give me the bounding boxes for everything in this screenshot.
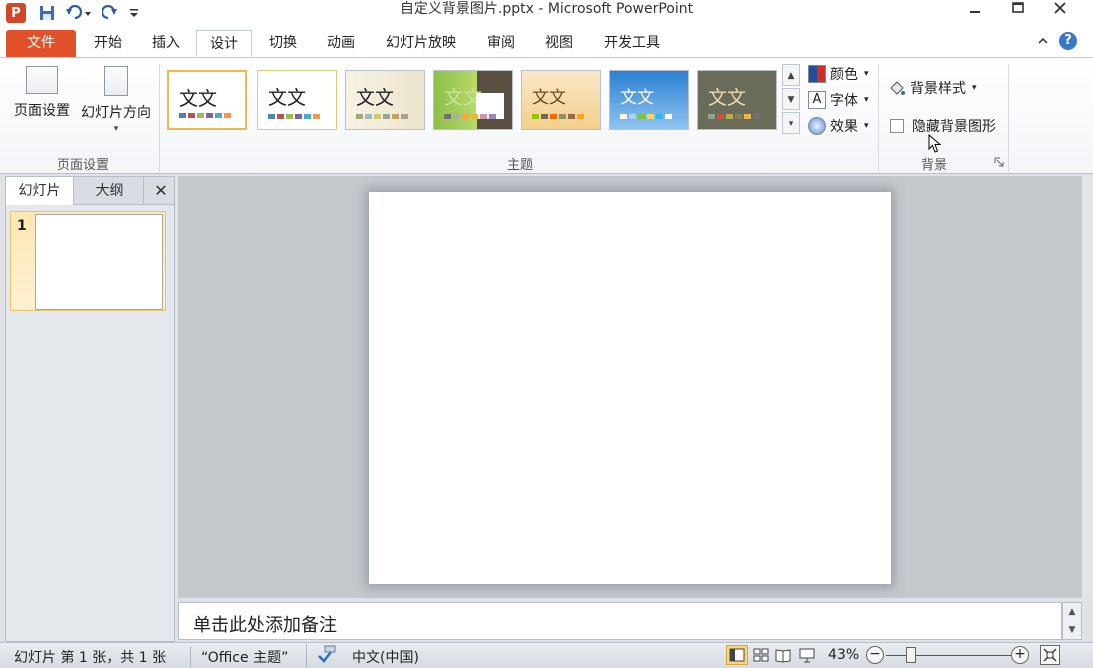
tab-animations[interactable]: 动画 [314, 30, 368, 57]
font-icon: A [808, 91, 826, 109]
theme-color-strip [268, 114, 320, 119]
background-styles-button[interactable]: 背景样式 ▾ [888, 78, 977, 98]
theme-black-tie[interactable]: 文文 [609, 70, 689, 130]
theme-austin[interactable]: 文文 [521, 70, 601, 130]
theme-adjacency[interactable]: 文文 [345, 70, 425, 130]
slide-number: 1 [17, 218, 27, 234]
theme-color-strip [444, 114, 496, 119]
language-status[interactable]: 中文(中国) [352, 647, 419, 667]
slides-pane: 幻灯片 大纲 ✕ 1 [5, 176, 175, 642]
slide-editing-area [178, 176, 1082, 598]
palette-icon [808, 65, 826, 83]
status-bar: 幻灯片 第 1 张，共 1 张 “Office 主题” 中文(中国) 43% −… [0, 642, 1093, 668]
notes-placeholder: 单击此处添加备注 [193, 615, 337, 636]
slideshow-view-button[interactable] [796, 645, 818, 665]
notes-pane[interactable]: 单击此处添加备注 [178, 602, 1062, 640]
tab-slides[interactable]: 幻灯片 [6, 177, 74, 205]
theme-apex[interactable]: 文文 [433, 70, 513, 130]
theme-effects-button[interactable]: 效果 ▾ [808, 116, 869, 136]
theme-fonts-button[interactable]: A 字体 ▾ [808, 90, 869, 110]
slide-orientation-icon [104, 66, 128, 96]
close-pane-icon[interactable]: ✕ [148, 177, 174, 205]
tab-slideshow[interactable]: 幻灯片放映 [374, 30, 468, 57]
group-divider [1008, 64, 1009, 172]
tab-home[interactable]: 开始 [82, 30, 134, 57]
tab-developer[interactable]: 开发工具 [592, 30, 672, 57]
paint-bucket-icon [888, 79, 906, 97]
reading-view-button[interactable] [772, 645, 794, 665]
scroll-down-icon[interactable]: ▼ [1063, 621, 1081, 639]
group-label-themes: 主题 [506, 158, 533, 173]
theme-color-strip [708, 114, 760, 119]
minimize-button[interactable] [955, 0, 995, 24]
theme-color-strip [620, 114, 672, 119]
tab-view[interactable]: 视图 [534, 30, 584, 57]
hide-background-graphics-checkbox[interactable]: 隐藏背景图形 [888, 116, 996, 136]
zoom-slider-thumb[interactable] [906, 647, 916, 663]
gallery-scroll-down[interactable]: ▼ [782, 88, 800, 110]
dialog-launcher-icon[interactable] [994, 156, 1004, 167]
chevron-down-icon: ▾ [864, 121, 869, 131]
group-label-background: 背景 [920, 158, 947, 173]
theme-office-theme[interactable]: 文文 [257, 70, 337, 130]
tab-transitions[interactable]: 切换 [256, 30, 310, 57]
window-title: 自定义背景图片.pptx - Microsoft PowerPoint [399, 1, 694, 17]
tab-review[interactable]: 审阅 [476, 30, 526, 57]
ribbon-design: 页面设置 幻灯片方向 ▾ 页面设置 文文 文文 文文 文文 文文 文文 文文 ▲… [0, 58, 1093, 174]
theme-color-strip [179, 113, 231, 118]
close-button[interactable] [1040, 0, 1080, 24]
zoom-in-icon[interactable]: + [1011, 646, 1029, 664]
slide-count-status: 幻灯片 第 1 张，共 1 张 [14, 650, 167, 666]
ribbon-tabs: 文件 开始 插入 设计 切换 动画 幻灯片放映 审阅 视图 开发工具 ? [0, 26, 1093, 58]
normal-view-button[interactable] [726, 645, 748, 665]
chevron-down-icon: ▾ [113, 124, 119, 134]
group-label-page-setup: 页面设置 [56, 158, 109, 173]
chevron-down-icon: ▾ [864, 95, 869, 105]
gallery-more-button[interactable]: ▾ [782, 112, 800, 134]
checkbox-icon[interactable] [890, 119, 904, 133]
theme-colors-button[interactable]: 颜色 ▾ [808, 64, 869, 84]
page-setup-icon [26, 66, 58, 94]
slide-sorter-view-button[interactable] [750, 645, 772, 665]
theme-color-strip [356, 114, 408, 119]
help-icon[interactable]: ? [1059, 32, 1077, 50]
notes-scrollbar[interactable]: ▲ ▼ [1062, 602, 1082, 640]
slide-orientation-button[interactable]: 幻灯片方向 ▾ [76, 66, 156, 134]
fit-to-window-icon[interactable] [1040, 645, 1060, 665]
slides-pane-tabs: 幻灯片 大纲 ✕ [6, 177, 174, 205]
page-setup-button[interactable]: 页面设置 [10, 66, 74, 120]
theme-color-strip [532, 114, 584, 119]
group-divider [878, 64, 879, 172]
scroll-up-icon[interactable]: ▲ [1063, 603, 1081, 621]
maximize-button[interactable] [998, 0, 1038, 24]
vertical-scrollbar[interactable] [1082, 176, 1093, 598]
slide-thumbnail[interactable] [35, 214, 163, 310]
tab-design[interactable]: 设计 [196, 30, 252, 57]
slide-canvas[interactable] [369, 192, 891, 584]
tab-outline[interactable]: 大纲 [76, 177, 144, 205]
title-bar: P 自定义背景图片.pptx - Microsoft PowerPoint [0, 0, 1093, 26]
theme-office[interactable]: 文文 [167, 70, 247, 130]
tab-file[interactable]: 文件 [6, 30, 76, 57]
group-divider [159, 64, 160, 172]
zoom-out-icon[interactable]: − [866, 646, 884, 664]
spelling-check-icon[interactable] [306, 644, 337, 668]
tab-insert[interactable]: 插入 [140, 30, 192, 57]
theme-civic[interactable]: 文文 [697, 70, 777, 130]
slide-thumbnail-item[interactable]: 1 [10, 211, 166, 311]
effects-icon [808, 117, 826, 135]
gallery-scroll-up[interactable]: ▲ [782, 64, 800, 86]
collapse-ribbon-icon[interactable] [1036, 34, 1050, 48]
chevron-down-icon: ▾ [864, 69, 869, 79]
zoom-level[interactable]: 43% [828, 647, 859, 663]
chevron-down-icon: ▾ [972, 83, 977, 93]
theme-status: “Office 主题” [190, 647, 288, 667]
